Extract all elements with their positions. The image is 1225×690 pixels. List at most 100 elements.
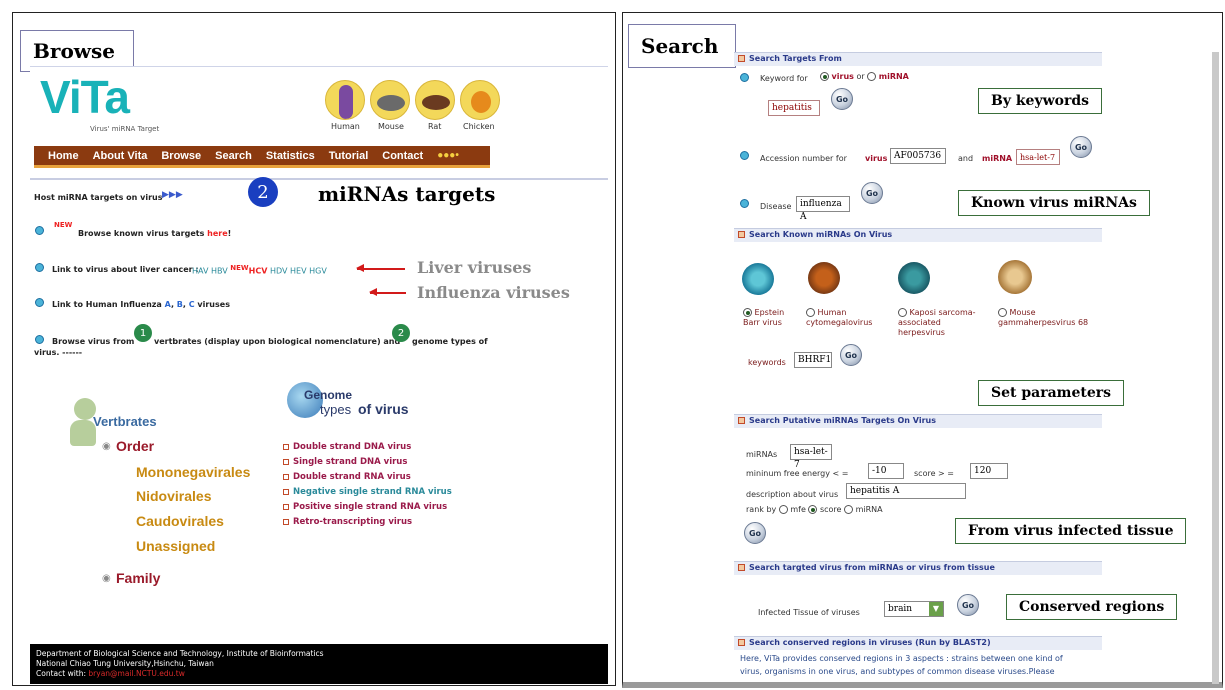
nav-more[interactable]: ●●●• — [437, 150, 459, 161]
chicken-icon[interactable] — [460, 80, 500, 120]
keyword-for-label: Keyword for — [760, 74, 808, 83]
known-virus-option-cmv[interactable]: Human cytomegalovirus — [806, 308, 886, 328]
radio-cmv[interactable] — [806, 308, 815, 317]
known-virus-option-kaposi[interactable]: Kaposi sarcoma-associated herpesvirus — [898, 308, 990, 338]
nav-browse[interactable]: Browse — [161, 150, 201, 162]
description-input[interactable]: hepatitis A — [846, 483, 966, 499]
virus-name: Mouse gammaherpesvirus 68 — [998, 308, 1089, 327]
liver-links: HAV HBV NEWHCV HDV HEV HGV — [192, 264, 327, 276]
new-tag: NEW — [230, 264, 249, 272]
genome-type-item[interactable]: Single strand DNA virus — [283, 457, 407, 467]
link-hcv[interactable]: HCV — [249, 267, 268, 276]
order-nidovirales[interactable]: Nidovirales — [136, 488, 211, 504]
vita-nav-bar: Home About Vita Browse Search Statistics… — [34, 146, 490, 168]
disease-input[interactable]: influenza A — [796, 196, 850, 222]
callout-virus-infected-tissue: From virus infected tissue — [955, 518, 1187, 544]
genome-square-icon — [283, 503, 289, 510]
known-virus-option-mouse[interactable]: Mouse gammaherpesvirus 68 — [998, 308, 1108, 328]
description-label: description about virus — [746, 490, 839, 499]
genome-type-item[interactable]: Double strand RNA virus — [283, 472, 411, 482]
link-hev[interactable]: HEV — [290, 267, 307, 276]
radio-kaposi[interactable] — [898, 308, 907, 317]
genome-subheading-of-virus: of virus — [358, 401, 409, 417]
known-virus-option-epstein[interactable]: Epstein Barr virus — [743, 308, 803, 328]
section-title: Search Targets From — [749, 54, 842, 63]
species-label-human[interactable]: Human — [331, 122, 360, 131]
genome-type-item[interactable]: Negative single strand RNA virus — [283, 487, 452, 497]
nav-search[interactable]: Search — [215, 150, 252, 162]
genome-type-item[interactable]: Double strand DNA virus — [283, 442, 411, 452]
radio-virus[interactable] — [820, 72, 829, 81]
footer-email-link[interactable]: bryan@mail.NCTU.edu.tw — [88, 669, 184, 678]
accession-go-button[interactable]: Go — [1070, 136, 1092, 158]
order-label[interactable]: Order — [116, 438, 154, 454]
link-influenza-a[interactable]: A — [165, 300, 171, 309]
order-mononegavirales[interactable]: Mononegavirales — [136, 464, 250, 480]
keyword-input[interactable]: hepatitis — [768, 100, 820, 116]
vita-logo-text: ViTa — [40, 71, 130, 123]
nav-tutorial[interactable]: Tutorial — [329, 150, 369, 162]
link-hgv[interactable]: HGV — [309, 267, 327, 276]
tissue-go-button[interactable]: Go — [957, 594, 979, 616]
family-label[interactable]: Family — [116, 570, 160, 586]
score-input[interactable]: 120 — [970, 463, 1008, 479]
bullet-icon — [35, 263, 44, 272]
vertebrates-label[interactable]: Vertbrates — [93, 414, 157, 429]
section-square-icon — [738, 417, 745, 424]
nav-home[interactable]: Home — [48, 150, 79, 162]
species-label-mouse[interactable]: Mouse — [378, 122, 404, 131]
genome-type-item[interactable]: Retro-transcripting virus — [283, 517, 412, 527]
nav-contact[interactable]: Contact — [382, 150, 423, 162]
section-title: Search Putative miRNAs Targets On Virus — [749, 416, 936, 425]
radio-mouse[interactable] — [998, 308, 1007, 317]
figure-canvas: Browse ViTa Virus' miRNA Target Human Mo… — [0, 0, 1225, 690]
link-influenza-c[interactable]: C — [189, 300, 195, 309]
link-influenza-b[interactable]: B — [177, 300, 183, 309]
keyword-go-button[interactable]: Go — [831, 88, 853, 110]
link-hbv[interactable]: HBV — [211, 267, 228, 276]
link-hdv[interactable]: HDV — [270, 267, 288, 276]
nav-statistics[interactable]: Statistics — [266, 150, 315, 162]
genome-type-label: Single strand DNA virus — [293, 457, 408, 467]
species-label-rat[interactable]: Rat — [428, 122, 441, 131]
conserved-text-line-2: virus, organisms in one virus, and subty… — [740, 667, 1055, 676]
radio-rank-mfe[interactable] — [778, 505, 788, 514]
virus-line-text: virus. ------ — [34, 348, 83, 357]
triple-arrow-icon[interactable]: ▶▶▶ — [162, 190, 183, 200]
known-keywords-input[interactable]: BHRF1 — [794, 352, 832, 368]
radio-rank-mirna[interactable] — [844, 505, 854, 514]
section-search-targets-from: Search Targets From — [734, 52, 1102, 66]
accession-virus-input[interactable]: AF005736 — [890, 148, 946, 164]
radio-epstein[interactable] — [743, 308, 752, 317]
chevron-down-icon[interactable]: ▼ — [929, 602, 943, 616]
radio-rank-score[interactable] — [808, 505, 818, 514]
tissue-label: Infected Tissue of viruses — [758, 608, 860, 617]
or-text: or — [856, 72, 865, 81]
bullet-icon — [740, 151, 749, 160]
known-targets-link[interactable]: here — [207, 229, 228, 238]
bullet-icon — [740, 73, 749, 82]
human-icon[interactable] — [325, 80, 365, 120]
cytomegalovirus-icon — [808, 262, 840, 294]
mirnas-input[interactable]: hsa-let-7 — [790, 444, 832, 470]
search-scroll-track[interactable] — [1212, 52, 1219, 684]
disease-go-button[interactable]: Go — [861, 182, 883, 204]
order-caudovirales[interactable]: Caudovirales — [136, 513, 224, 529]
known-go-button[interactable]: Go — [840, 344, 862, 366]
species-label-chicken[interactable]: Chicken — [463, 122, 495, 131]
vita-logo[interactable]: ViTa — [40, 71, 190, 128]
tissue-select[interactable]: brain ▼ — [884, 601, 944, 617]
genome-type-item[interactable]: Positive single strand RNA virus — [283, 502, 447, 512]
radio-mirna[interactable] — [867, 72, 877, 81]
mfe-input[interactable]: -10 — [868, 463, 904, 479]
section-square-icon — [738, 564, 745, 571]
mouse-icon[interactable] — [370, 80, 410, 120]
order-unassigned[interactable]: Unassigned — [136, 538, 215, 554]
accession-mirna-input[interactable]: hsa-let-7 — [1016, 149, 1060, 165]
nav-about[interactable]: About Vita — [93, 150, 148, 162]
rat-icon[interactable] — [415, 80, 455, 120]
putative-go-button[interactable]: Go — [744, 522, 766, 544]
genome-square-icon — [283, 518, 289, 525]
liver-arrow — [356, 265, 405, 271]
link-hav[interactable]: HAV — [192, 267, 208, 276]
